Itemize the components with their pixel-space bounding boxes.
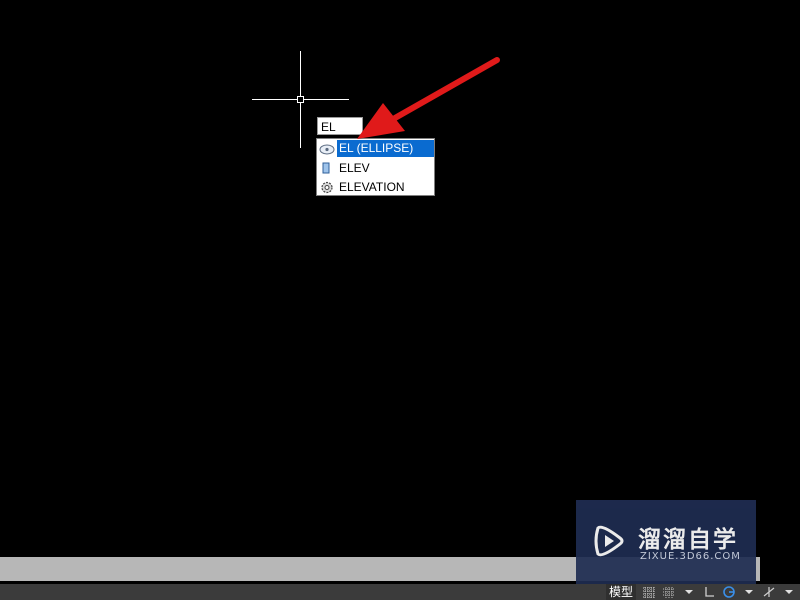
elev-icon	[322, 162, 330, 174]
model-space-button[interactable]: 模型	[605, 584, 636, 600]
drawing-canvas[interactable]: EL EL (ELLIPSE) ELEV ELEVATION 溜溜自学 ZIXU…	[0, 0, 800, 600]
watermark: 溜溜自学 ZIXUE.3D66.COM	[576, 500, 756, 584]
autocomplete-item-elevation[interactable]: ELEVATION	[317, 178, 434, 197]
isometric-icon[interactable]	[762, 586, 776, 598]
chevron-down-icon[interactable]	[782, 586, 796, 598]
chevron-down-icon[interactable]	[742, 586, 756, 598]
grid-icon[interactable]	[642, 586, 656, 598]
snap-grid-icon[interactable]	[662, 586, 676, 598]
dynamic-command-input[interactable]: EL	[317, 117, 363, 135]
polar-tracking-icon[interactable]	[722, 586, 736, 598]
chevron-down-icon[interactable]	[682, 586, 696, 598]
play-logo-icon	[594, 525, 624, 557]
ortho-icon[interactable]	[702, 586, 716, 598]
status-bar-controls: 模型	[605, 584, 800, 600]
command-autocomplete-list[interactable]: EL (ELLIPSE) ELEV ELEVATION	[316, 138, 435, 196]
autocomplete-item-label: ELEV	[339, 161, 370, 175]
pickbox-icon	[297, 96, 304, 103]
watermark-subtitle: ZIXUE.3D66.COM	[640, 551, 741, 562]
autocomplete-item-label: ELEVATION	[339, 180, 405, 194]
gear-icon	[321, 181, 333, 194]
autocomplete-item-ellipse[interactable]: EL (ELLIPSE)	[317, 140, 434, 159]
status-bar: 模型	[0, 584, 800, 600]
watermark-title: 溜溜自学	[638, 527, 738, 553]
autocomplete-item-elev[interactable]: ELEV	[317, 159, 434, 178]
ellipse-icon	[319, 144, 335, 155]
autocomplete-item-label: EL (ELLIPSE)	[337, 140, 434, 157]
